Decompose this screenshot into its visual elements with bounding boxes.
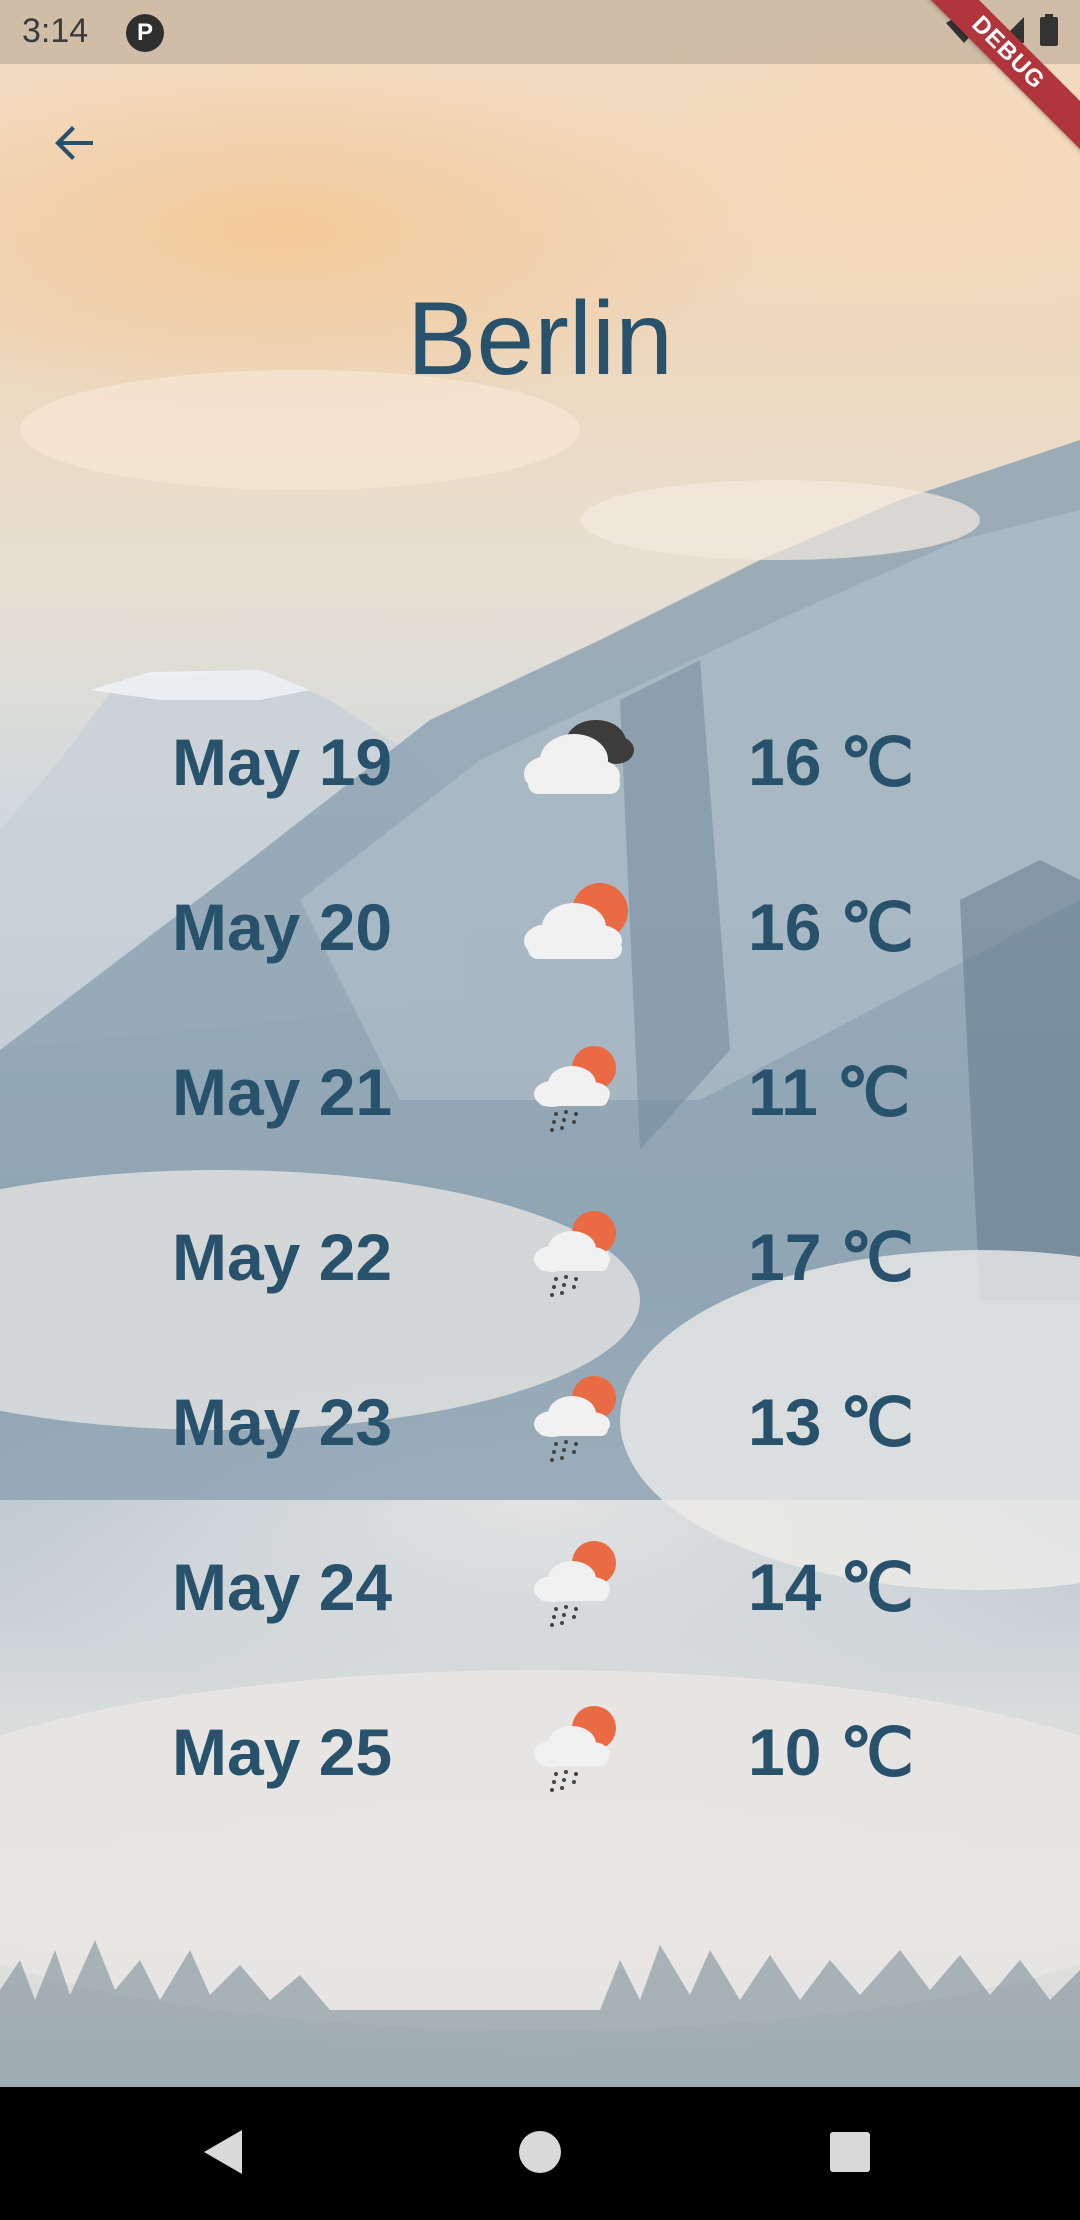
forecast-row: May 25 10 ℃ xyxy=(0,1702,1080,1867)
forecast-row: May 23 13 ℃ xyxy=(0,1372,1080,1537)
forecast-row: May 22 17 ℃ xyxy=(0,1207,1080,1372)
arrow-back-icon xyxy=(55,126,93,160)
status-time: 3:14 xyxy=(22,12,89,50)
forecast-temp: 13 ℃ xyxy=(748,1385,914,1459)
forecast-date: May 19 xyxy=(172,725,393,799)
forecast-date: May 25 xyxy=(172,1715,393,1789)
app-notification-icon: P xyxy=(126,14,164,52)
battery-icon xyxy=(1040,14,1058,46)
nav-recents-icon[interactable] xyxy=(827,2127,873,2177)
forecast-temp: 10 ℃ xyxy=(748,1715,914,1789)
weather-screen: 3:14 P DEBUG Berlin May 19 16 ℃ May 20 1… xyxy=(0,0,1080,2087)
sun-rain-icon xyxy=(534,1211,616,1297)
forecast-row: May 20 16 ℃ xyxy=(0,877,1080,1042)
system-nav-bar xyxy=(0,2087,1080,2220)
forecast-row: May 24 14 ℃ xyxy=(0,1537,1080,1702)
city-title: Berlin xyxy=(407,281,673,397)
forecast-date: May 21 xyxy=(172,1055,393,1129)
forecast-date: May 22 xyxy=(172,1220,393,1294)
forecast-list: May 19 16 ℃ May 20 16 ℃ May 21 11 ℃ May … xyxy=(0,712,1080,1867)
nav-home-icon[interactable] xyxy=(517,2127,563,2177)
forecast-temp: 17 ℃ xyxy=(748,1220,914,1294)
forecast-row: May 21 11 ℃ xyxy=(0,1042,1080,1207)
forecast-temp: 16 ℃ xyxy=(748,890,914,964)
cloudy-dark-icon xyxy=(524,720,634,794)
forecast-date: May 24 xyxy=(172,1550,393,1624)
forecast-row: May 19 16 ℃ xyxy=(0,712,1080,877)
forecast-temp: 14 ℃ xyxy=(748,1550,914,1624)
status-bar: 3:14 P xyxy=(0,0,1080,64)
forecast-temp: 11 ℃ xyxy=(748,1055,911,1129)
sun-rain-icon xyxy=(534,1376,616,1462)
sun-rain-icon xyxy=(534,1706,616,1792)
sun-rain-icon xyxy=(534,1046,616,1132)
forecast-date: May 20 xyxy=(172,890,393,964)
sun-rain-icon xyxy=(534,1541,616,1627)
forecast-date: May 23 xyxy=(172,1385,393,1459)
nav-back-icon[interactable] xyxy=(200,2127,246,2177)
partly-sunny-icon xyxy=(524,883,628,959)
forecast-temp: 16 ℃ xyxy=(748,725,914,799)
back-button[interactable] xyxy=(40,108,110,178)
